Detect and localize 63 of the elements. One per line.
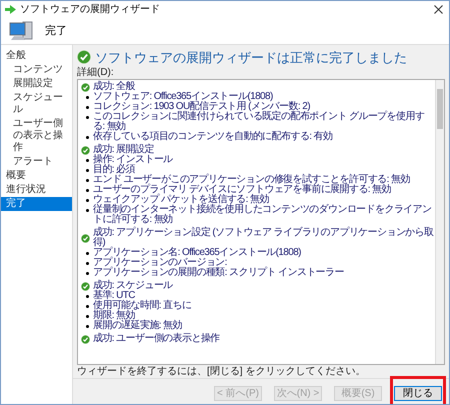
detail-line: アプリケーション名: Office365インストール(1808) xyxy=(93,248,301,258)
bullet-icon xyxy=(86,305,89,308)
nav-item[interactable]: 進行状況 xyxy=(1,183,72,197)
bullet-icon xyxy=(86,315,89,318)
bullet-icon xyxy=(86,136,89,139)
computer-icon xyxy=(9,20,33,42)
check-icon xyxy=(81,82,90,92)
bullet-icon xyxy=(86,116,89,119)
bullet-icon xyxy=(86,262,89,265)
bullet-icon xyxy=(86,106,89,109)
detail-line: 依存している項目のコンテンツを自動的に配布する: 有効 xyxy=(93,132,332,142)
bullet-icon xyxy=(86,169,89,172)
bullet-icon xyxy=(86,272,89,275)
nav-item[interactable]: コンテンツ xyxy=(1,63,72,77)
check-icon xyxy=(81,234,90,242)
detail-line: エンド ユーザーがこのアプリケーションの修復を試すことを許可する: 無効 xyxy=(93,175,410,185)
detail-line: アプリケーションの展開の種類: スクリプト インストーラー xyxy=(93,268,344,278)
detail-line: 従量制のインターネット接続を使用したコンテンツのダウンロードをクライアントに許可する: 無効 xyxy=(93,205,432,225)
detail-line: このコレクションに関連付けられている既定の配布ポイント グループを使用する: 無効 xyxy=(93,112,426,132)
window-title: ソフトウェアの展開ウィザード xyxy=(20,4,160,16)
check-icon xyxy=(81,146,90,154)
bullet-icon xyxy=(86,96,89,99)
bullet-icon xyxy=(86,209,89,212)
nav-item[interactable]: 展開設定 xyxy=(1,77,72,91)
detail-line: アプリケーションのバージョン: xyxy=(93,258,227,268)
section-title: 成功: スケジュール xyxy=(93,281,173,291)
footer-note: ウィザードを終了するには、[閉じる] をクリックしてください。 xyxy=(77,366,366,378)
nav-item[interactable]: 概要 xyxy=(1,169,72,183)
bullet-icon xyxy=(86,252,89,255)
nav-item[interactable]: アラート xyxy=(1,155,72,169)
detail-line: 基準: UTC xyxy=(93,291,135,301)
nav-item[interactable]: 全般 xyxy=(1,49,72,63)
detail-line: ユーザーのプライマリ デバイスにソフトウェアを事前に展開する: 無効 xyxy=(93,185,391,195)
bullet-icon xyxy=(86,159,89,162)
arrow-icon xyxy=(5,5,16,14)
section-title: 成功: 展開設定 xyxy=(93,145,154,155)
nav-item[interactable]: ユーザー側の表示と操作 xyxy=(1,117,72,155)
detail-line: コレクション: 1903 OU配信テスト用 (メンバー数: 2) xyxy=(93,102,310,112)
nav-item[interactable]: 完了 xyxy=(1,197,72,211)
section-title: 成功: 全般 xyxy=(93,82,135,92)
check-icon xyxy=(77,50,91,64)
detail-line: ウェイクアップ パケットを送信する: 無効 xyxy=(93,195,269,205)
bullet-icon xyxy=(86,295,89,298)
check-icon xyxy=(81,282,90,290)
wizard-button[interactable]: 閉じる xyxy=(394,386,442,401)
detail-line: 展開の遅延実施: 無効 xyxy=(93,321,182,331)
bullet-icon xyxy=(86,199,89,202)
close-icon[interactable] xyxy=(431,2,445,16)
section-title: 成功: アプリケーション設定 (ソフトウェア ライブラリのアプリケーションから取得) xyxy=(93,228,434,248)
bullet-icon xyxy=(86,325,89,328)
success-heading: ソフトウェアの展開ウィザードは正常に完了しました xyxy=(95,50,407,64)
bullet-icon xyxy=(86,179,89,182)
section-title: 成功: ユーザー側の表示と操作 xyxy=(93,334,220,344)
detail-line: ソフトウェア: Office365インストール(1808) xyxy=(93,92,273,102)
detail-line: 使用可能な時間: 直ちに xyxy=(93,301,192,311)
details-label: 詳細(D): xyxy=(77,67,115,79)
detail-line: 目的: 必須 xyxy=(93,165,135,175)
detail-line: 期限: 無効 xyxy=(93,311,135,321)
page-title: 完了 xyxy=(45,24,67,39)
bullet-icon xyxy=(86,189,89,192)
detail-line: 操作: インストール xyxy=(93,155,173,165)
nav-item[interactable]: スケジュール xyxy=(1,91,72,117)
check-icon xyxy=(81,334,90,344)
